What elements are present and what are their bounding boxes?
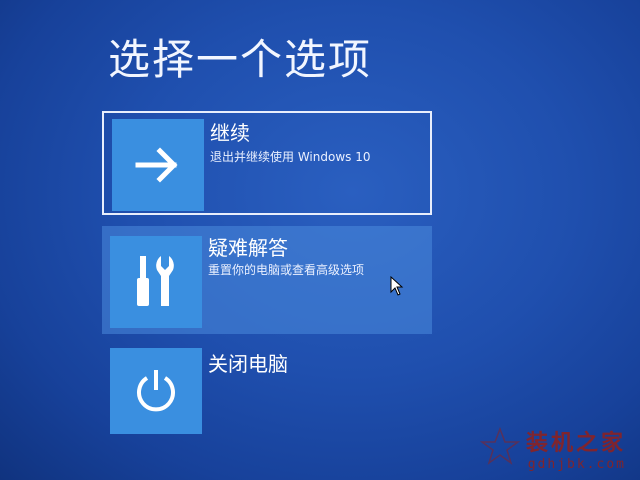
option-description: 重置你的电脑或查看高级选项 xyxy=(208,263,365,277)
page-title: 选择一个选项 xyxy=(108,35,373,84)
tools-icon xyxy=(110,236,202,328)
arrow-right-icon xyxy=(112,119,204,211)
option-title: 继续 xyxy=(210,121,250,145)
watermark-url: gdhjbk.com xyxy=(527,457,626,472)
option-description: 退出并继续使用 Windows 10 xyxy=(210,150,371,164)
watermark: 装机之家 gdhjbk.com xyxy=(479,425,626,472)
option-troubleshoot[interactable]: 疑难解答 重置你的电脑或查看高级选项 xyxy=(102,226,432,334)
recovery-screen: 选择一个选项 继续 退出并继续使用 Windows 10 疑难解答 重置你的电脑… xyxy=(0,0,640,480)
option-title: 疑难解答 xyxy=(208,236,288,260)
star-logo-icon xyxy=(479,427,520,465)
option-turn-off[interactable]: 关闭电脑 xyxy=(102,344,432,436)
watermark-name: 装机之家 xyxy=(525,430,626,456)
power-icon xyxy=(110,348,202,434)
option-title: 关闭电脑 xyxy=(208,352,288,376)
option-continue[interactable]: 继续 退出并继续使用 Windows 10 xyxy=(102,111,432,215)
mouse-cursor-icon xyxy=(390,275,404,300)
